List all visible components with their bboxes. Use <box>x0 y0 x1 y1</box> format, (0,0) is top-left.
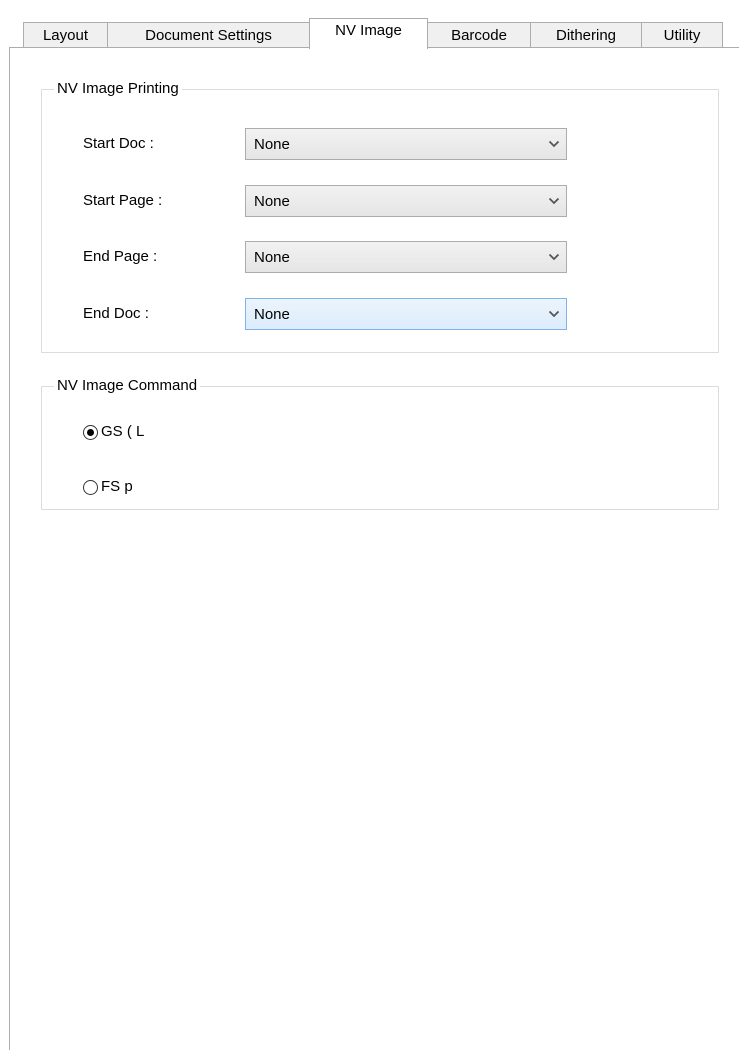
tab-dithering[interactable]: Dithering <box>530 22 642 48</box>
properties-dialog: Layout Document Settings NV Image Barcod… <box>0 0 739 1050</box>
end-page-label: End Page : <box>83 248 158 265</box>
fs-p-radio[interactable]: FS p <box>83 477 133 497</box>
gs-l-radio[interactable]: GS ( L <box>83 422 144 442</box>
start-doc-value: None <box>254 135 290 153</box>
tab-layout-label: Layout <box>42 27 89 44</box>
end-page-value: None <box>254 248 290 266</box>
start-page-value: None <box>254 192 290 210</box>
tab-utility[interactable]: Utility <box>641 22 723 48</box>
tab-document-settings[interactable]: Document Settings <box>107 22 310 48</box>
start-page-label: Start Page : <box>83 192 163 209</box>
tab-barcode-label: Barcode <box>451 27 507 44</box>
start-page-combo[interactable]: None <box>245 185 567 217</box>
chevron-down-icon <box>542 197 566 205</box>
radio-dot <box>87 428 94 436</box>
tab-utility-label: Utility <box>663 27 701 44</box>
radio-unselected-icon <box>83 479 98 495</box>
nv-image-printing-title: NV Image Printing <box>54 79 182 99</box>
tab-dithering-label: Dithering <box>555 27 617 44</box>
end-doc-combo[interactable]: None <box>245 298 567 330</box>
tab-nv-image-label: NV Image <box>335 22 402 39</box>
tab-document-settings-label: Document Settings <box>145 27 272 44</box>
end-doc-value: None <box>254 305 290 323</box>
tab-panel: NV Image Printing Start Doc : None Start… <box>9 47 739 1050</box>
fs-p-label: FS p <box>101 478 133 495</box>
tab-layout[interactable]: Layout <box>23 22 108 48</box>
end-doc-label: End Doc : <box>83 305 149 322</box>
start-doc-label: Start Doc : <box>83 135 154 152</box>
gs-l-label: GS ( L <box>101 423 145 440</box>
end-page-combo[interactable]: None <box>245 241 567 273</box>
chevron-down-icon <box>542 253 566 261</box>
start-doc-combo[interactable]: None <box>245 128 567 160</box>
chevron-down-icon <box>542 140 566 148</box>
nv-image-command-group: NV Image Command <box>41 376 719 510</box>
tab-nv-image[interactable]: NV Image <box>309 18 428 49</box>
radio-selected-icon <box>83 424 98 440</box>
tab-barcode[interactable]: Barcode <box>427 22 531 48</box>
nv-image-command-title: NV Image Command <box>54 376 201 396</box>
chevron-down-icon <box>542 310 566 318</box>
